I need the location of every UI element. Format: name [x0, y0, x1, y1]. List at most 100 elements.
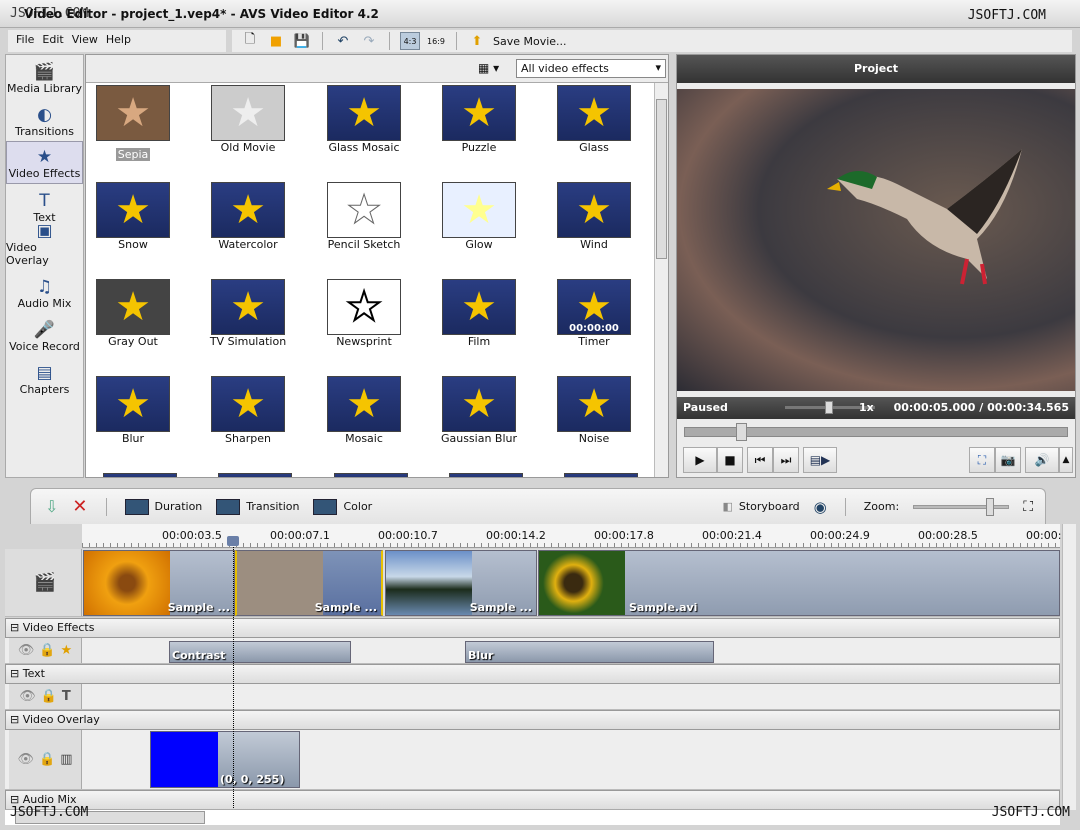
play-button[interactable]: ▶: [683, 447, 717, 473]
expand-button[interactable]: ▲: [1059, 447, 1073, 473]
film-icon: ▥: [60, 752, 73, 767]
effect-noise[interactable]: ★ Noise: [544, 376, 644, 466]
video-clip[interactable]: Sample ...: [235, 550, 383, 616]
play-selection-button[interactable]: ▤▶: [803, 447, 837, 473]
effect-sepia[interactable]: ★ Sepia: [86, 85, 183, 175]
new-file-icon[interactable]: 🗋: [240, 32, 260, 50]
video-clip[interactable]: Sample.avi: [538, 550, 1060, 616]
menu-edit[interactable]: Edit: [42, 33, 63, 49]
seek-knob[interactable]: [735, 423, 747, 441]
eye-icon[interactable]: 👁: [19, 689, 36, 704]
effect-gaussian-blur[interactable]: ★ Gaussian Blur: [429, 376, 529, 466]
effects-filter-select[interactable]: All video effects: [516, 59, 666, 78]
section-text[interactable]: ⊟ Text: [5, 664, 1060, 684]
effect-pencil-sketch[interactable]: ★ Pencil Sketch: [314, 182, 414, 272]
effect-puzzle[interactable]: ★ Puzzle: [429, 85, 529, 175]
sidebar-item-video-overlay[interactable]: ▣ Video Overlay: [6, 221, 83, 270]
effect-thumbnail[interactable]: [218, 473, 292, 477]
next-frame-button[interactable]: ⏭: [773, 447, 799, 473]
zoom-label: Zoom:: [863, 500, 900, 513]
split-icon[interactable]: ⇩: [45, 497, 58, 516]
save-movie-button[interactable]: Save Movie...: [493, 35, 567, 48]
storyboard-button[interactable]: ◧ Storyboard: [722, 500, 799, 513]
save-movie-icon[interactable]: ⬆: [467, 32, 487, 50]
delete-icon[interactable]: ✕: [72, 496, 87, 517]
fullscreen-button[interactable]: ⛶: [969, 447, 995, 473]
effect-gray-out[interactable]: ★ Gray Out: [86, 279, 183, 369]
audio-mix-icon: ♫: [36, 277, 53, 297]
effect-old-movie[interactable]: ★ Old Movie: [198, 85, 298, 175]
effect-film[interactable]: ★ Film: [429, 279, 529, 369]
lock-icon[interactable]: 🔒: [39, 752, 55, 767]
effect-clip[interactable]: Contrast: [169, 641, 351, 663]
section-label: Video Effects: [22, 621, 95, 634]
color-button[interactable]: Color: [313, 498, 372, 515]
video-clip[interactable]: Sample ...: [385, 550, 537, 616]
effects-scrollbar[interactable]: [654, 83, 668, 477]
save-icon[interactable]: 💾: [292, 32, 312, 50]
webcam-icon[interactable]: ◉: [814, 498, 827, 516]
overlay-clip[interactable]: (0, 0, 255): [150, 731, 300, 788]
effect-newsprint[interactable]: ★ Newsprint: [314, 279, 414, 369]
menu-help[interactable]: Help: [106, 33, 131, 49]
open-folder-icon[interactable]: ■: [266, 32, 286, 50]
previous-frame-button[interactable]: ⏮: [747, 447, 773, 473]
effect-timer[interactable]: ★ 00:00:00 Timer: [544, 279, 644, 369]
sidebar-item-media-library[interactable]: 🎬 Media Library: [6, 55, 83, 98]
sidebar-item-audio-mix[interactable]: ♫ Audio Mix: [6, 270, 83, 313]
zoom-slider[interactable]: [913, 497, 1010, 516]
effect-mosaic[interactable]: ★ Mosaic: [314, 376, 414, 466]
effect-thumbnail: ★: [442, 376, 516, 432]
effect-sharpen[interactable]: ★ Sharpen: [198, 376, 298, 466]
eye-icon[interactable]: 👁: [18, 752, 35, 767]
effect-thumbnail[interactable]: [449, 473, 523, 477]
menu-view[interactable]: View: [72, 33, 98, 49]
video-clip[interactable]: Sample ...: [83, 550, 235, 616]
aspect-16-9-icon[interactable]: 16:9: [426, 32, 446, 50]
sidebar-item-video-effects[interactable]: ★ Video Effects: [6, 141, 83, 184]
lock-icon[interactable]: 🔒: [41, 689, 57, 704]
clapper-icon: 🎬: [33, 572, 57, 593]
effect-wind[interactable]: ★ Wind: [544, 182, 644, 272]
sidebar-item-chapters[interactable]: ▤ Chapters: [6, 356, 83, 399]
volume-button[interactable]: 🔊: [1025, 447, 1059, 473]
stop-button[interactable]: ■: [717, 447, 743, 473]
menu-file[interactable]: File: [16, 33, 34, 49]
effect-thumbnail[interactable]: [334, 473, 408, 477]
section-audio-mix[interactable]: ⊟ Audio Mix: [5, 790, 1060, 810]
effect-blur[interactable]: ★ Blur: [86, 376, 183, 466]
clip-thumbnail: [386, 551, 472, 615]
section-video-effects[interactable]: ⊟ Video Effects: [5, 618, 1060, 638]
lock-icon[interactable]: 🔒: [39, 643, 55, 658]
effect-clip[interactable]: Blur: [465, 641, 714, 663]
effect-thumbnail[interactable]: [103, 473, 177, 477]
section-video-overlay[interactable]: ⊟ Video Overlay: [5, 710, 1060, 730]
effect-thumbnail[interactable]: [564, 473, 638, 477]
effect-glass-mosaic[interactable]: ★ Glass Mosaic: [314, 85, 414, 175]
zoom-fit-icon[interactable]: ⛶: [1023, 499, 1033, 515]
duration-button[interactable]: Duration: [124, 498, 202, 515]
sidebar-item-transitions[interactable]: ◐ Transitions: [6, 98, 83, 141]
effect-glow[interactable]: ★ Glow: [429, 182, 529, 272]
effect-tv-simulation[interactable]: ★ TV Simulation: [198, 279, 298, 369]
scroll-thumb[interactable]: [656, 99, 667, 259]
snapshot-button[interactable]: 📷: [995, 447, 1021, 473]
seek-bar[interactable]: [684, 423, 1068, 441]
timeline-vscrollbar[interactable]: [1062, 524, 1076, 810]
time-readout: 00:00:05.000 / 00:00:34.565: [893, 401, 1069, 414]
redo-icon[interactable]: ↷: [359, 32, 379, 50]
effect-thumbnail: ★: [442, 182, 516, 238]
playhead[interactable]: [227, 536, 239, 810]
eye-icon[interactable]: 👁: [18, 643, 35, 658]
timeline-hscrollbar[interactable]: [5, 809, 1060, 825]
transition-button[interactable]: Transition: [216, 498, 299, 515]
effect-snow[interactable]: ★ Snow: [86, 182, 183, 272]
watermark: JSOFTJ.COM: [967, 8, 1046, 23]
effect-glass[interactable]: ★ Glass: [544, 85, 644, 175]
undo-icon[interactable]: ↶: [333, 32, 353, 50]
effect-watercolor[interactable]: ★ Watercolor: [198, 182, 298, 272]
view-mode-icon[interactable]: ▦ ▾: [478, 61, 499, 75]
aspect-4-3-icon[interactable]: 4:3: [400, 32, 420, 50]
sidebar-item-voice-record[interactable]: 🎤 Voice Record: [6, 313, 83, 356]
timeline-toolbar: ⇩ ✕ Duration Transition Color ◧ Storyboar…: [30, 488, 1046, 524]
